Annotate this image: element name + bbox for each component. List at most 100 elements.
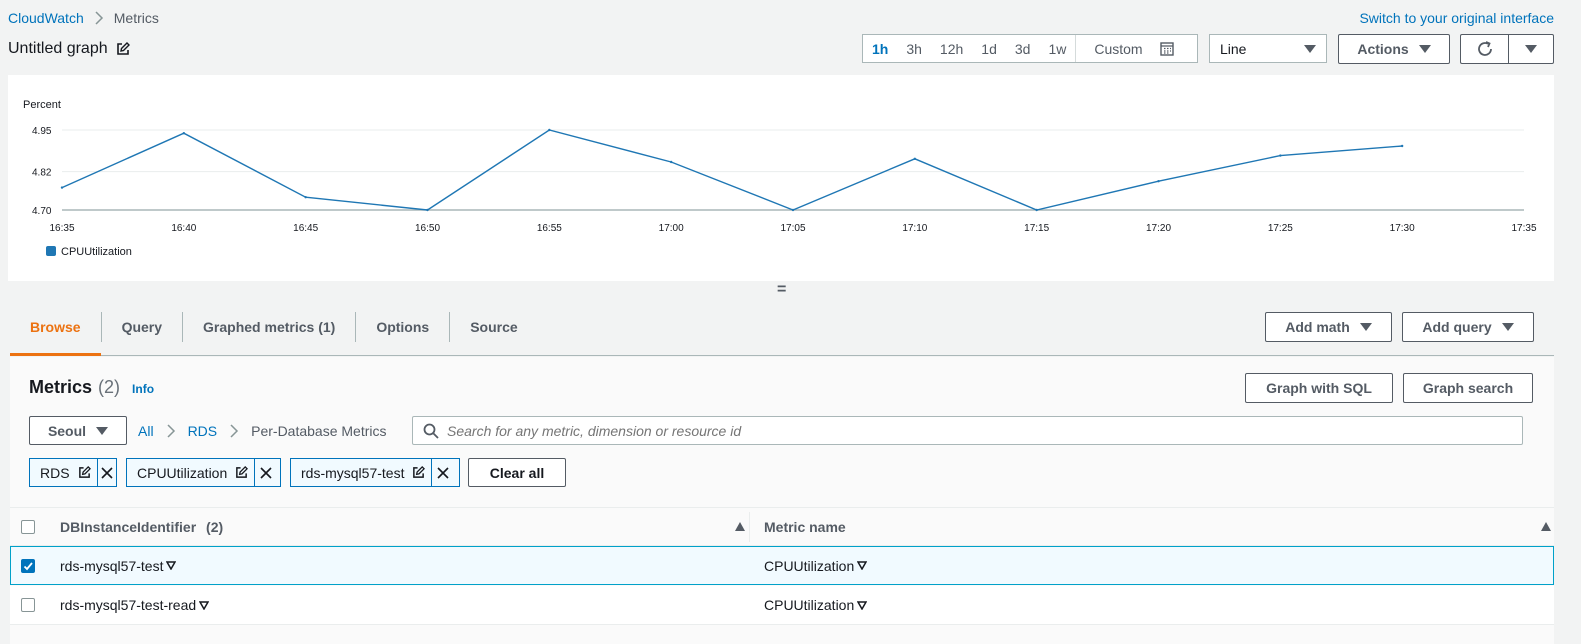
- chip-label: CPUUtilization: [137, 464, 228, 481]
- resize-handle[interactable]: =: [777, 281, 786, 299]
- close-icon: [260, 466, 272, 479]
- col-header-metric[interactable]: Metric name: [764, 519, 846, 535]
- data-point: [1157, 180, 1160, 183]
- tab-query[interactable]: Query: [102, 298, 182, 355]
- metric-name: CPUUtilization: [764, 597, 855, 613]
- x-tick-label: 17:05: [780, 223, 805, 234]
- x-tick-label: 16:45: [293, 223, 318, 234]
- y-tick-label: 4.70: [32, 206, 52, 217]
- add-math-label: Add math: [1285, 319, 1350, 335]
- region-select[interactable]: Seoul: [29, 416, 127, 445]
- view-type-select[interactable]: Line: [1209, 34, 1327, 63]
- line-chart: Percent 4.70 4.82 4.95 16:35 16:40 16:45 16:50 1…: [23, 99, 1537, 258]
- chevron-right-icon: [230, 424, 239, 438]
- chevron-right-icon: [167, 424, 175, 438]
- x-tick-label: 17:00: [659, 223, 684, 234]
- range-1h[interactable]: 1h: [863, 41, 897, 57]
- remove-chip-button[interactable]: [96, 459, 116, 486]
- path-all-link[interactable]: All: [138, 423, 154, 439]
- data-point: [1279, 154, 1282, 157]
- graph-with-sql-label: Graph with SQL: [1266, 380, 1372, 396]
- tab-options[interactable]: Options: [356, 298, 449, 355]
- actions-button[interactable]: Actions: [1338, 34, 1450, 64]
- y-tick-label: 4.82: [32, 168, 52, 179]
- chip-label: RDS: [40, 464, 70, 481]
- instance-id: rds-mysql57-test: [60, 557, 164, 574]
- row-checkbox[interactable]: [21, 598, 35, 612]
- close-icon: [437, 466, 449, 479]
- data-point: [791, 208, 795, 212]
- data-point: [913, 157, 917, 160]
- range-custom-label: Custom: [1094, 40, 1143, 57]
- clear-all-button[interactable]: Clear all: [468, 458, 566, 487]
- data-point: [182, 132, 186, 135]
- data-point: [548, 128, 551, 132]
- filter-menu-icon[interactable]: [196, 600, 210, 610]
- remove-chip-button[interactable]: [254, 459, 276, 486]
- caret-down-icon: [1525, 45, 1537, 53]
- range-3h[interactable]: 3h: [897, 41, 931, 57]
- caret-down-icon: [96, 426, 109, 435]
- remove-chip-button[interactable]: [431, 459, 453, 486]
- metric-search: [412, 416, 1523, 445]
- breadcrumb-cloudwatch-link[interactable]: CloudWatch: [8, 10, 84, 26]
- range-3d[interactable]: 3d: [1006, 41, 1040, 57]
- edit-icon[interactable]: [116, 42, 130, 56]
- col-header-instance[interactable]: DBInstanceIdentifier (2): [60, 519, 223, 535]
- switch-interface-link[interactable]: Switch to your original interface: [1359, 10, 1554, 26]
- sort-ascending-icon[interactable]: [735, 522, 745, 531]
- col-divider: [749, 511, 750, 542]
- clear-all-label: Clear all: [489, 464, 545, 481]
- chip-body[interactable]: RDS: [30, 459, 97, 486]
- range-1d[interactable]: 1d: [972, 41, 1006, 57]
- legend-label: CPUUtilization: [61, 246, 132, 258]
- sort-ascending-icon[interactable]: [1541, 522, 1551, 531]
- range-1w[interactable]: 1w: [1039, 41, 1075, 57]
- filter-menu-icon[interactable]: [854, 561, 868, 570]
- chip-label: rds-mysql57-test: [301, 464, 405, 481]
- chip-body[interactable]: rds-mysql57-test: [291, 459, 431, 486]
- path-rds-link[interactable]: RDS: [188, 423, 218, 439]
- tab-browse[interactable]: Browse: [10, 298, 101, 356]
- instance-cell: rds-mysql57-test-read: [60, 597, 210, 613]
- range-12h[interactable]: 12h: [931, 41, 972, 57]
- filter-menu-icon[interactable]: [163, 561, 177, 570]
- chevron-right-icon: [95, 11, 103, 25]
- breadcrumb-current: Metrics: [113, 10, 159, 26]
- row-checkbox[interactable]: [21, 558, 35, 573]
- data-point: [1400, 144, 1404, 148]
- data-point: [304, 196, 307, 199]
- refresh-options-button[interactable]: [1508, 34, 1554, 64]
- tab-graphed-metrics[interactable]: Graphed metrics (1): [183, 298, 355, 355]
- x-tick-label: 16:35: [49, 223, 74, 234]
- range-custom[interactable]: Custom: [1076, 41, 1182, 57]
- add-query-label: Add query: [1422, 319, 1492, 335]
- add-query-button[interactable]: Add query: [1402, 312, 1534, 342]
- metrics-header: Metrics (2) Info: [29, 377, 154, 398]
- tab-source[interactable]: Source: [450, 298, 537, 355]
- instance-id: rds-mysql57-test-read: [60, 597, 197, 613]
- checkmark-icon: [23, 561, 33, 570]
- info-link[interactable]: Info: [132, 382, 154, 396]
- col-header-instance-label: DBInstanceIdentifier: [60, 518, 197, 535]
- table-row[interactable]: rds-mysql57-test-read CPUUtilization: [10, 586, 1554, 625]
- x-tick-label: 17:30: [1390, 223, 1415, 234]
- graph-search-button[interactable]: Graph search: [1403, 373, 1533, 403]
- graph-with-sql-button[interactable]: Graph with SQL: [1245, 373, 1393, 403]
- y-axis-label: Percent: [23, 99, 61, 111]
- caret-down-icon: [1418, 45, 1431, 53]
- chip-body[interactable]: CPUUtilization: [127, 459, 254, 486]
- namespace-breadcrumb: All RDS Per-Database Metrics: [138, 423, 387, 439]
- metrics-title: Metrics: [29, 377, 93, 397]
- filter-menu-icon[interactable]: [854, 600, 868, 610]
- region-value: Seoul: [47, 422, 87, 439]
- select-all-checkbox[interactable]: [21, 519, 35, 534]
- search-input[interactable]: [447, 422, 1522, 439]
- table-row[interactable]: rds-mysql57-test CPUUtilization: [10, 546, 1554, 585]
- x-tick-label: 17:25: [1268, 223, 1293, 234]
- refresh-button[interactable]: [1460, 34, 1508, 64]
- path-current: Per-Database Metrics: [251, 423, 387, 439]
- edit-icon: [78, 466, 91, 478]
- add-math-button[interactable]: Add math: [1265, 312, 1392, 342]
- calendar-icon: [1159, 41, 1174, 56]
